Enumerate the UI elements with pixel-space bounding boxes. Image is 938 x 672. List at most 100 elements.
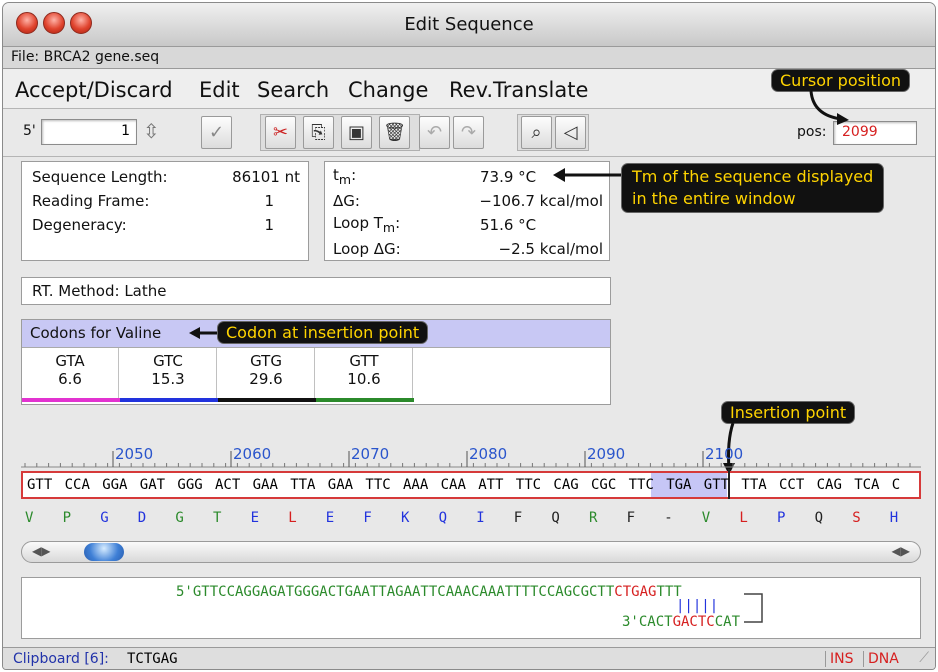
amino-acid: V bbox=[25, 510, 34, 526]
codon-color-bar bbox=[120, 398, 218, 402]
speaker-icon[interactable]: ◁ bbox=[555, 116, 586, 149]
dna-indicator: DNA bbox=[863, 651, 899, 667]
window-title: Edit Sequence bbox=[404, 14, 534, 35]
rt-method: RT. Method: Lathe bbox=[21, 277, 611, 305]
sequence-codon: CGC bbox=[591, 477, 617, 493]
cursor-arrow-icon bbox=[809, 90, 849, 125]
sequence-codon: CAG bbox=[816, 477, 842, 493]
codon-cell: GTG 29.6 bbox=[218, 348, 316, 402]
undo-icon[interactable]: ↶ bbox=[419, 116, 450, 149]
scroll-left-icon[interactable]: ◀▶ bbox=[32, 544, 50, 558]
loop-dg-value: −2.5 kcal/mol bbox=[498, 240, 604, 258]
length-value: 86101 nt bbox=[232, 168, 300, 186]
menu-rev-translate[interactable]: Rev.Translate bbox=[449, 78, 588, 102]
menu-accept-discard[interactable]: Accept/Discard bbox=[15, 78, 173, 102]
hairpin-top-strand: 5'GTTCCAGGAGATGGGACTGAATTAGAATTCAAACAAAT… bbox=[176, 584, 682, 600]
codon-cell: GTC 15.3 bbox=[120, 348, 218, 402]
menu-change[interactable]: Change bbox=[348, 78, 428, 102]
horizontal-scrollbar[interactable]: ◀▶ ◀▶ bbox=[21, 541, 921, 563]
hairpin-bottom-strand: 3'CACTGACTCCAT bbox=[622, 614, 741, 630]
tm-callout: Tm of the sequence displayed in the enti… bbox=[621, 163, 885, 213]
ruler-label: 2080 bbox=[469, 445, 507, 463]
menu-search[interactable]: Search bbox=[257, 78, 329, 102]
sequence-codon: C bbox=[891, 477, 901, 493]
copy-icon[interactable]: ⎘ bbox=[303, 116, 334, 149]
amino-acid: Q bbox=[551, 510, 560, 526]
codon-value: 6.6 bbox=[58, 370, 82, 388]
position-input[interactable]: 1 bbox=[41, 119, 137, 145]
amino-acid: K bbox=[401, 510, 410, 526]
amino-acid: F bbox=[363, 510, 372, 526]
sequence-codon: AAA bbox=[403, 477, 429, 493]
sequence-info-panel: Sequence Length: 86101 nt Reading Frame:… bbox=[21, 161, 309, 261]
sequence-codon: GTT bbox=[703, 477, 730, 493]
check-icon[interactable]: ✓ bbox=[201, 116, 232, 149]
amino-acid: L bbox=[739, 510, 748, 526]
codon-color-bar bbox=[316, 398, 414, 402]
amino-acid: F bbox=[626, 510, 636, 526]
amino-acid: V bbox=[701, 510, 711, 526]
ruler-label: 2070 bbox=[351, 445, 389, 463]
menu-edit[interactable]: Edit bbox=[199, 78, 240, 102]
dg-value: −106.7 kcal/mol bbox=[479, 192, 603, 210]
loop-tm-label: Loop Tm: bbox=[333, 214, 401, 235]
scroll-thumb[interactable] bbox=[84, 543, 124, 561]
sequence-codon: GAA bbox=[327, 477, 354, 493]
redo-icon[interactable]: ↷ bbox=[453, 116, 484, 149]
ruler-label: 2100 bbox=[705, 445, 743, 463]
trash-icon[interactable]: 🗑 bbox=[379, 116, 410, 149]
amino-acid: Q bbox=[814, 510, 824, 526]
sequence-codon: TTA bbox=[741, 477, 767, 493]
hairpin-panel: 5'GTTCCAGGAGATGGGACTGAATTAGAATTCAAACAAAT… bbox=[21, 577, 921, 639]
loop-tm-value: 51.6 °C bbox=[480, 216, 537, 234]
resize-grip-icon[interactable]: ⟋ bbox=[919, 650, 929, 666]
edit-sequence-window: Edit Sequence File: BRCA2 gene.seq Accep… bbox=[2, 2, 936, 670]
dg-label: ΔG: bbox=[333, 192, 360, 210]
sequence-codon: TTC bbox=[628, 477, 654, 493]
amino-acid: - bbox=[664, 510, 673, 526]
sequence-line[interactable]: GTT CCA GGA GAT GGG ACT GAA TTA GAA TTC AAA CAA ATT T… bbox=[21, 469, 921, 499]
status-bar: Clipboard [6]: TCTGAG INS DNA ⟋ bbox=[3, 647, 935, 669]
codon-name: GTT bbox=[349, 352, 379, 370]
codon-callout: Codon at insertion point bbox=[217, 321, 429, 344]
codon-cell: GTT 10.6 bbox=[316, 348, 414, 402]
translation-line: VPGDGTELEFKQIFQRF-VLPQSH bbox=[21, 505, 921, 533]
amino-acid: F bbox=[513, 510, 523, 526]
sequence-codon: GAT bbox=[139, 477, 166, 493]
sequence-codon: GGA bbox=[102, 477, 128, 493]
scissors-icon[interactable]: ✂ bbox=[265, 116, 296, 149]
amino-acid: G bbox=[100, 510, 109, 526]
hairpin-loop-icon bbox=[744, 593, 763, 623]
codon-color-bar bbox=[218, 398, 316, 402]
sequence-codon: ATT bbox=[478, 477, 504, 493]
title-bar: Edit Sequence bbox=[3, 3, 935, 47]
codon-color-bar bbox=[22, 398, 120, 402]
file-name: File: BRCA2 gene.seq bbox=[3, 47, 935, 69]
sequence-codon: TCA bbox=[854, 477, 880, 493]
ruler-label: 2050 bbox=[115, 445, 153, 463]
ruler-label: 2090 bbox=[587, 445, 625, 463]
stepper-icon[interactable]: ⇳ bbox=[143, 119, 160, 143]
paste-icon[interactable]: ▣ bbox=[341, 116, 372, 149]
amino-acid: P bbox=[62, 510, 72, 526]
frame-value: 1 bbox=[264, 192, 274, 210]
tm-arrow-icon bbox=[553, 168, 627, 182]
length-label: Sequence Length: bbox=[32, 168, 168, 186]
ins-indicator: INS bbox=[825, 651, 854, 667]
tm-value: 73.9 °C bbox=[480, 168, 537, 186]
amino-acid: D bbox=[137, 510, 147, 526]
clipboard-label: Clipboard [6]: bbox=[13, 651, 109, 667]
sequence-codon: TTC bbox=[515, 477, 542, 493]
scroll-right-icon[interactable]: ◀▶ bbox=[892, 544, 910, 558]
sequence-codon: TTC bbox=[365, 477, 391, 493]
amino-acid: S bbox=[852, 510, 861, 526]
codon-name: GTC bbox=[153, 352, 183, 370]
loop-dg-label: Loop ΔG: bbox=[333, 240, 401, 258]
search-icon[interactable]: ⌕ bbox=[521, 116, 552, 149]
toolbar: 5' 1 ⇳ ✓ ✂ ⎘ ▣ 🗑 ↶ ↷ ⌕ ◁ pos: 2099 bbox=[3, 109, 935, 157]
sequence-codon: TGA bbox=[666, 477, 692, 493]
clipboard-value: TCTGAG bbox=[127, 651, 178, 667]
degeneracy-value: 1 bbox=[264, 216, 274, 234]
sequence-codon: CAA bbox=[440, 477, 466, 493]
prime-label: 5' bbox=[23, 123, 36, 139]
